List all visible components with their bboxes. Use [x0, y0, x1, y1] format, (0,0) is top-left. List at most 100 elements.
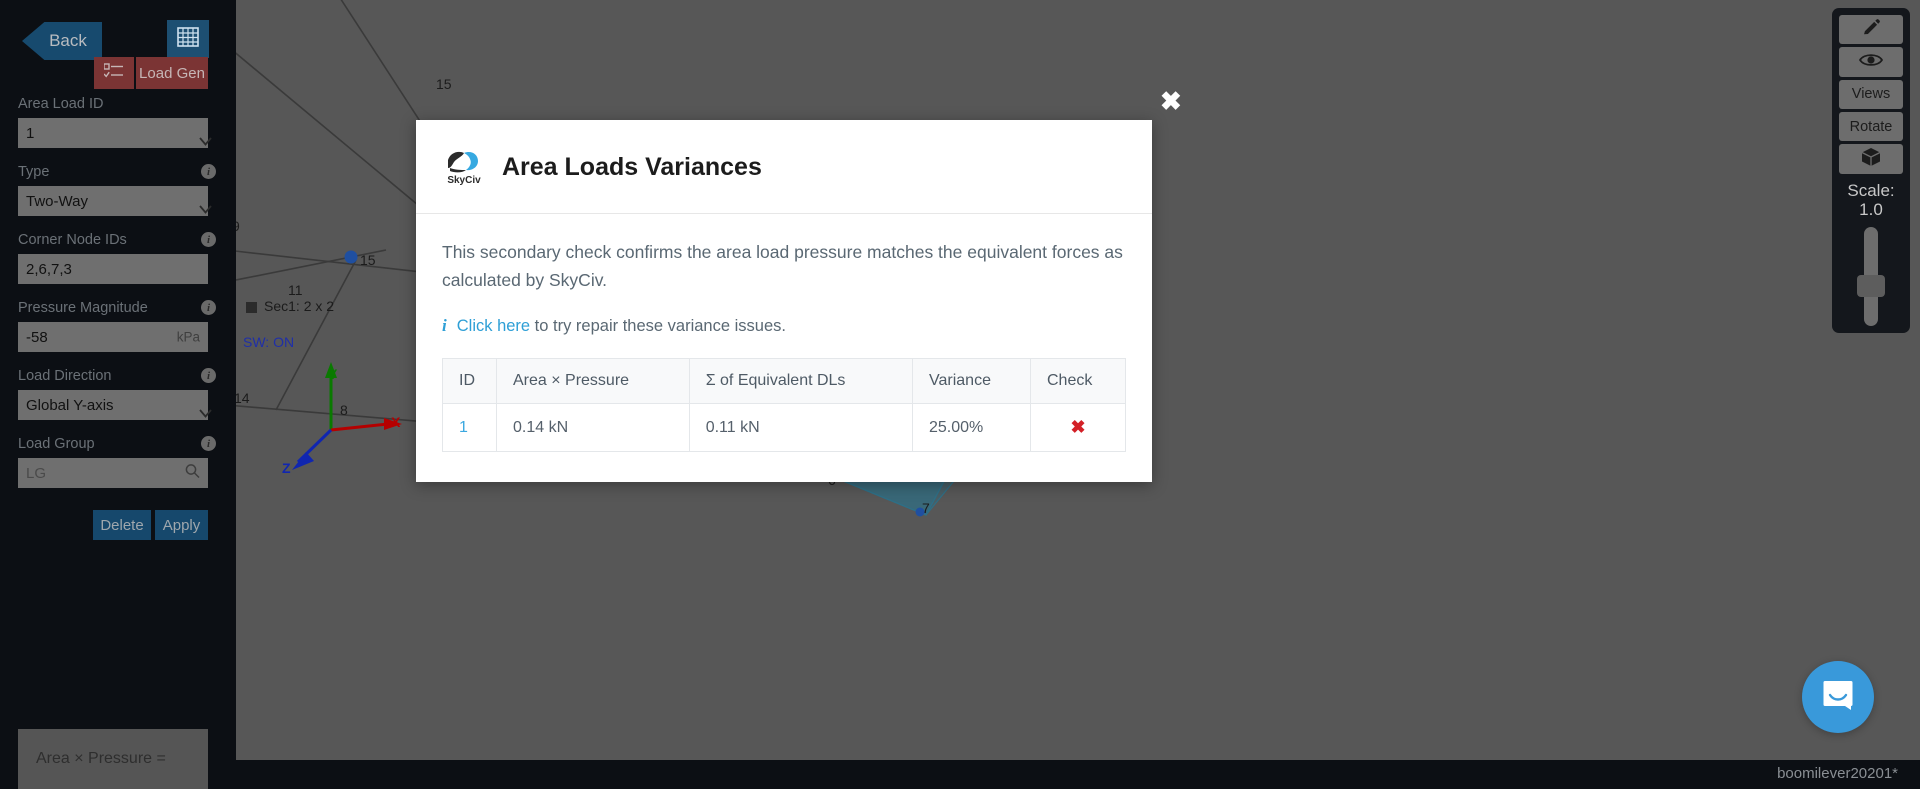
status-bar: boomilever20201*	[236, 760, 1920, 789]
dialog-header: SkyCiv Area Loads Variances	[416, 120, 1152, 214]
search-icon[interactable]	[185, 464, 200, 483]
selfweight-label: SW: ON	[243, 334, 295, 350]
info-icon[interactable]: i	[201, 232, 216, 247]
back-button[interactable]: Back	[22, 22, 102, 60]
chat-bubble-icon	[1821, 678, 1855, 717]
area-load-id-value: 1	[26, 124, 35, 142]
dialog-title: Area Loads Variances	[502, 153, 762, 181]
dialog-body: This secondary check confirms the area l…	[416, 214, 1152, 482]
close-icon[interactable]: ✖	[1160, 88, 1182, 114]
field-label: Pressure Magnitude	[18, 300, 148, 316]
variances-table: ID Area × Pressure Σ of Equivalent DLs V…	[442, 358, 1126, 452]
left-sidebar: Back Load Gen Area Load ID 1 Type i Two-…	[0, 0, 236, 789]
info-icon: i	[442, 316, 447, 335]
rotate-button[interactable]: Rotate	[1839, 112, 1903, 142]
node-label: 14	[236, 390, 250, 406]
field-label: Type	[18, 164, 50, 180]
repair-link[interactable]: Click here	[457, 317, 530, 335]
cube-icon	[1860, 146, 1882, 172]
type-value: Two-Way	[26, 192, 88, 210]
field-label: Load Direction	[18, 368, 112, 384]
table-row[interactable]: 1 0.14 kN 0.11 kN 25.00% ✖	[442, 403, 1126, 452]
section-legend: Sec1: 2 x 2	[246, 298, 334, 314]
node-label: 15	[436, 76, 452, 92]
corner-node-ids-value: 2,6,7,3	[26, 260, 72, 278]
app-root: 15 9 15 11 14 8 5 6 7 Sec1: 2 x 2 SW: ON…	[0, 0, 1920, 789]
delete-button-label: Delete	[100, 516, 144, 534]
axis-y-label: Y	[328, 366, 338, 382]
table-grid-icon	[177, 26, 199, 52]
section-color-swatch	[246, 301, 257, 313]
pencil-button[interactable]	[1839, 15, 1903, 45]
dialog-description: This secondary check confirms the area l…	[442, 242, 1123, 290]
render-3d-button[interactable]	[1839, 144, 1903, 174]
load-list-icon-button[interactable]	[94, 57, 134, 89]
load-gen-button[interactable]: Load Gen	[136, 57, 208, 89]
field-label: Area Load ID	[18, 96, 104, 112]
repair-hint-rest: to try repair these variance issues.	[530, 317, 786, 335]
apply-button-label: Apply	[162, 516, 201, 534]
node-label: 15	[360, 252, 376, 268]
cell-id: 1	[442, 403, 497, 452]
intercom-chat-button[interactable]	[1802, 661, 1874, 733]
info-icon[interactable]: i	[201, 368, 216, 383]
field-load-direction: Load Direction i Global Y-axis	[0, 368, 236, 420]
info-icon[interactable]: i	[201, 300, 216, 315]
pressure-magnitude-input[interactable]: -58 kPa	[18, 322, 208, 352]
visibility-button[interactable]	[1839, 47, 1903, 77]
pressure-unit-label: kPa	[176, 329, 200, 345]
field-area-load-id: Area Load ID 1	[0, 96, 236, 148]
axis-x-label: X	[391, 414, 401, 430]
apply-button[interactable]: Apply	[155, 510, 208, 540]
sidebar-toolbar: Back Load Gen	[0, 0, 236, 96]
table-grid-button[interactable]	[167, 20, 209, 58]
field-label: Load Group	[18, 436, 95, 452]
rotate-button-label: Rotate	[1849, 118, 1893, 135]
back-button-label: Back	[49, 31, 87, 50]
cell-check-fail-icon: ✖	[1030, 403, 1126, 452]
load-gen-label: Load Gen	[139, 64, 205, 82]
views-button[interactable]: Views	[1839, 79, 1903, 110]
cell-equivalent-dls: 0.11 kN	[688, 403, 914, 452]
skyciv-logo: SkyCiv	[442, 144, 486, 191]
column-header-variance: Variance	[912, 358, 1031, 404]
load-group-value: LG	[26, 464, 47, 482]
field-pressure-magnitude: Pressure Magnitude i -58 kPa	[0, 300, 236, 352]
field-corner-node-ids: Corner Node IDs i 2,6,7,3	[0, 232, 236, 284]
scale-value: 1.0	[1859, 200, 1883, 220]
node-label: 7	[922, 500, 930, 516]
load-list-icon	[103, 62, 124, 84]
views-button-label: Views	[1851, 86, 1891, 103]
area-loads-variances-dialog: SkyCiv Area Loads Variances This seconda…	[416, 120, 1152, 482]
corner-node-ids-input[interactable]: 2,6,7,3	[18, 254, 208, 284]
variances-table-body: 1 0.14 kN 0.11 kN 25.00% ✖	[442, 403, 1126, 452]
cell-variance: 25.00%	[912, 403, 1031, 452]
area-pressure-result-label: Area × Pressure =	[36, 750, 166, 767]
info-icon[interactable]: i	[201, 436, 216, 451]
view-toolbar: Views Rotate Scale: 1.0	[1832, 8, 1910, 333]
eye-icon	[1859, 52, 1883, 72]
field-label: Corner Node IDs	[18, 232, 127, 248]
scale-slider-thumb[interactable]	[1857, 274, 1885, 297]
scale-label: Scale:	[1847, 180, 1895, 200]
variances-table-head: ID Area × Pressure Σ of Equivalent DLs V…	[442, 358, 1126, 404]
load-direction-select[interactable]: Global Y-axis	[18, 390, 212, 420]
load-group-input[interactable]: LG	[18, 458, 208, 488]
node-label: 11	[288, 282, 303, 298]
delete-button[interactable]: Delete	[93, 510, 151, 540]
area-pressure-result-panel: Area × Pressure =	[18, 729, 208, 789]
column-header-check: Check	[1030, 358, 1126, 404]
repair-hint: i Click here to try repair these variance…	[442, 316, 1126, 336]
info-icon[interactable]: i	[201, 164, 216, 179]
scale-slider[interactable]	[1857, 226, 1885, 327]
scale-readout: Scale: 1.0	[1847, 181, 1894, 220]
area-load-id-select[interactable]: 1	[18, 118, 212, 148]
svg-text:SkyCiv: SkyCiv	[447, 175, 481, 186]
column-header-id: ID	[442, 358, 497, 404]
sidebar-action-buttons: Delete Apply	[0, 510, 236, 540]
type-select[interactable]: Two-Way	[18, 186, 212, 216]
column-header-equivalent-dls: Σ of Equivalent DLs	[688, 358, 914, 404]
filename-label: boomilever20201*	[1777, 765, 1898, 782]
pencil-icon	[1861, 18, 1881, 42]
node-label: 8	[340, 402, 348, 418]
